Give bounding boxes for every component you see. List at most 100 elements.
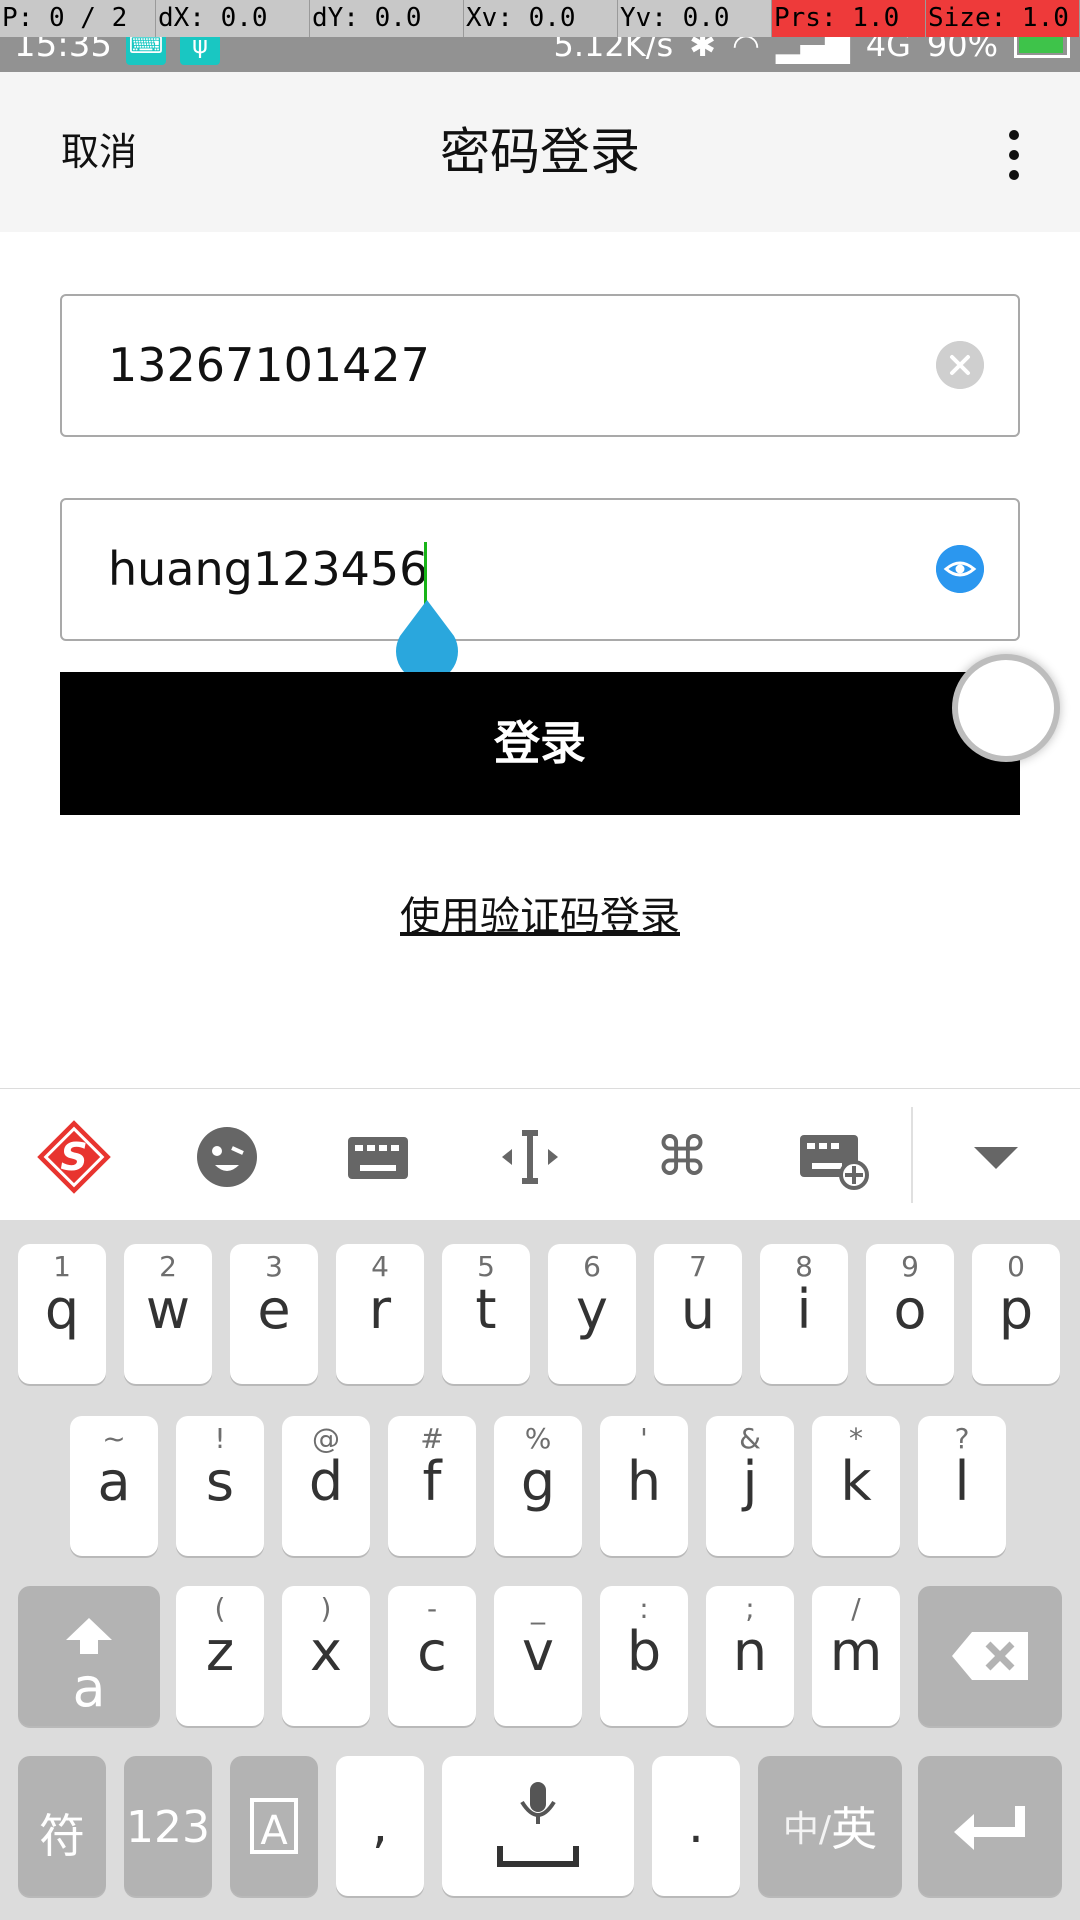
debug-readout: Xv: 0.0	[464, 0, 618, 37]
key-w[interactable]: 2w	[124, 1244, 212, 1384]
backspace-icon	[952, 1632, 1028, 1680]
key-label: i	[796, 1278, 812, 1341]
more-options-icon[interactable]	[1008, 130, 1020, 180]
svg-text:A: A	[260, 1808, 288, 1854]
clear-icon[interactable]	[936, 341, 984, 389]
key-b[interactable]: :b	[600, 1586, 688, 1726]
key-label: 符	[39, 1809, 85, 1863]
key-s[interactable]: ! s	[176, 1416, 264, 1556]
key-label: j	[742, 1450, 758, 1513]
shift-icon	[66, 1618, 112, 1654]
key-label: o	[893, 1278, 927, 1341]
command-icon[interactable]: ⌘	[642, 1117, 722, 1197]
debug-readout: Size: 1.0	[926, 0, 1080, 37]
debug-readout: dY: 0.0	[310, 0, 464, 37]
period-key[interactable]: .	[652, 1756, 740, 1896]
key-label: b	[626, 1620, 662, 1683]
pointer-debug-bar: P: 0 / 2 dX: 0.0 dY: 0.0 Xv: 0.0 Yv: 0.0 Prs:…	[0, 0, 1080, 37]
key-k[interactable]: * k	[812, 1416, 900, 1556]
emoji-icon[interactable]	[187, 1117, 267, 1197]
key-h[interactable]: ' h	[600, 1416, 688, 1556]
keyboard-toolbar: S ⌘	[0, 1088, 1080, 1220]
key-label: h	[626, 1450, 662, 1513]
keyboard-icon[interactable]	[338, 1117, 418, 1197]
key-c[interactable]: -c	[388, 1586, 476, 1726]
key-u[interactable]: 7u	[654, 1244, 742, 1384]
page-title: 密码登录	[440, 123, 640, 181]
cancel-button[interactable]: 取消	[61, 72, 137, 232]
shift-key[interactable]: a	[18, 1586, 160, 1726]
key-label: .	[688, 1796, 704, 1854]
sms-login-link[interactable]: 使用验证码登录	[0, 884, 1080, 942]
floating-assist-button[interactable]	[952, 654, 1060, 762]
text-caret	[424, 542, 427, 604]
key-label: x	[310, 1620, 342, 1683]
collapse-icon[interactable]	[956, 1117, 1036, 1197]
key-v[interactable]: _ v	[494, 1586, 582, 1726]
svg-text:⌘: ⌘	[655, 1125, 709, 1188]
key-label: n	[732, 1620, 768, 1683]
number-key[interactable]: 123	[124, 1756, 212, 1896]
key-label: ,	[372, 1796, 388, 1854]
font-a-icon: A	[250, 1798, 298, 1854]
key-i[interactable]: 8i	[760, 1244, 848, 1384]
key-e[interactable]: 3e	[230, 1244, 318, 1384]
key-label: v	[522, 1620, 554, 1683]
backspace-key[interactable]	[918, 1586, 1062, 1726]
key-z[interactable]: (z	[176, 1586, 264, 1726]
key-label: t	[475, 1278, 497, 1341]
key-d[interactable]: @ d	[282, 1416, 370, 1556]
key-label: l	[954, 1450, 970, 1513]
login-button[interactable]: 登录	[60, 672, 1020, 815]
enter-key[interactable]	[918, 1756, 1062, 1896]
key-x[interactable]: ) x	[282, 1586, 370, 1726]
phone-input[interactable]: 13267101427	[60, 294, 1020, 437]
key-label: r	[368, 1278, 392, 1341]
key-l[interactable]: ? l	[918, 1416, 1006, 1556]
symbol-key[interactable]: 符	[18, 1756, 106, 1896]
password-input[interactable]: huang123456	[60, 498, 1020, 641]
key-a[interactable]: ~ a	[70, 1416, 158, 1556]
keyboard-settings-icon[interactable]	[794, 1117, 874, 1197]
language-prefix: 中/	[782, 1809, 832, 1850]
key-label: e	[257, 1278, 291, 1341]
key-q[interactable]: 1q	[18, 1244, 106, 1384]
key-label: a	[97, 1450, 131, 1513]
key-label: f	[422, 1450, 442, 1513]
debug-readout: P: 0 / 2	[0, 0, 156, 37]
header: 密码登录 取消	[0, 72, 1080, 232]
key-y[interactable]: 6y	[548, 1244, 636, 1384]
key-r[interactable]: 4r	[336, 1244, 424, 1384]
key-o[interactable]: 9o	[866, 1244, 954, 1384]
toolbar-divider	[911, 1107, 913, 1203]
sms-login-label: 使用验证码登录	[400, 894, 680, 940]
cursor-drag-handle[interactable]	[396, 600, 458, 675]
key-label: g	[520, 1450, 556, 1513]
password-value: huang123456	[108, 542, 429, 596]
key-label: s	[205, 1450, 235, 1513]
key-label: c	[417, 1620, 447, 1683]
comma-key[interactable]: ,	[336, 1756, 424, 1896]
key-t[interactable]: 5t	[442, 1244, 530, 1384]
enter-icon	[954, 1806, 1025, 1850]
debug-readout: Prs: 1.0	[772, 0, 926, 37]
cursor-move-icon[interactable]	[490, 1117, 570, 1197]
handwriting-key[interactable]: A	[230, 1756, 318, 1896]
key-label: w	[145, 1278, 191, 1341]
key-p[interactable]: 0p	[972, 1244, 1060, 1384]
eye-icon[interactable]	[936, 545, 984, 593]
key-f[interactable]: # f	[388, 1416, 476, 1556]
svg-text:S: S	[60, 1135, 87, 1179]
key-label: y	[576, 1278, 608, 1341]
language-switch-key[interactable]: 中/英	[758, 1756, 902, 1896]
key-j[interactable]: & j	[706, 1416, 794, 1556]
key-m[interactable]: / m	[812, 1586, 900, 1726]
key-g[interactable]: % g	[494, 1416, 582, 1556]
space-key[interactable]	[442, 1756, 634, 1896]
language-main: 英	[831, 1802, 878, 1856]
key-n[interactable]: ; n	[706, 1586, 794, 1726]
key-label: z	[205, 1620, 235, 1683]
microphone-icon	[497, 1782, 579, 1867]
key-label: k	[840, 1450, 872, 1513]
sogou-logo-icon[interactable]: S	[34, 1117, 114, 1197]
